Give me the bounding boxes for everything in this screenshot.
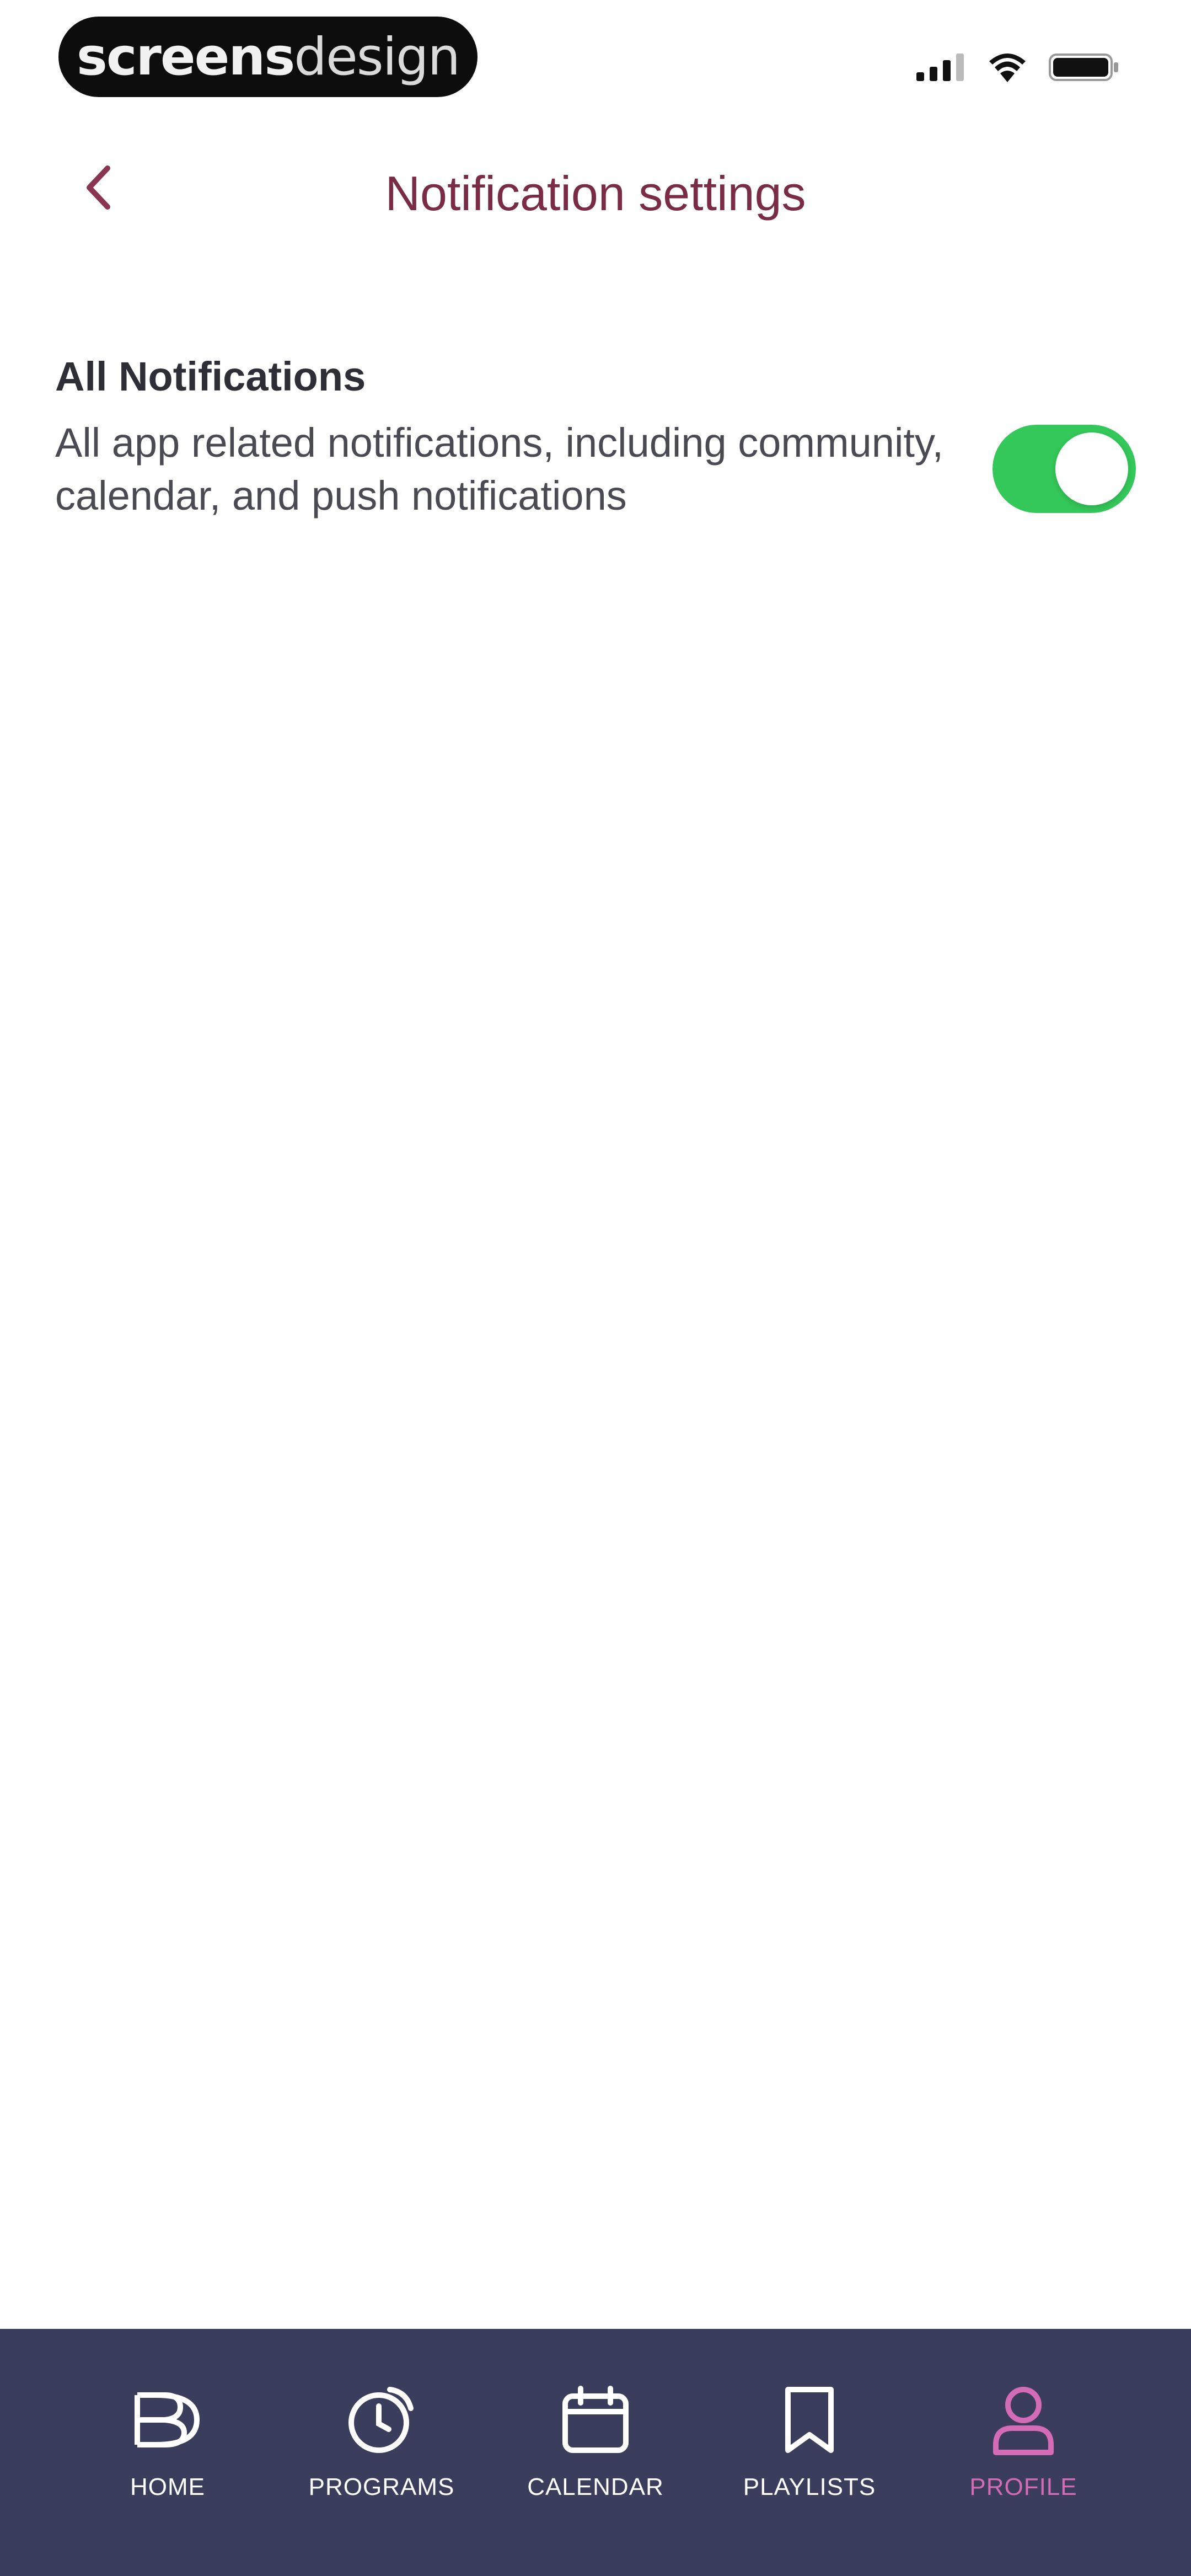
bottom-tab-bar: HOME PROGRAMS CALENDAR PLAYLISTS PROFILE (0, 2329, 1191, 2576)
tab-calendar[interactable]: CALENDAR (507, 2329, 684, 2576)
tab-profile-label: PROFILE (969, 2473, 1077, 2500)
tab-playlists[interactable]: PLAYLISTS (721, 2329, 898, 2576)
brand-logo: screens design (58, 17, 478, 97)
all-notifications-toggle[interactable] (993, 425, 1136, 513)
tab-programs-label: PROGRAMS (308, 2473, 455, 2500)
battery-icon (1049, 54, 1118, 81)
tab-playlists-label: PLAYLISTS (743, 2473, 876, 2500)
status-bar: screens design (0, 0, 1191, 116)
notification-settings-section: All Notifications All app related notifi… (55, 353, 1136, 522)
profile-icon (982, 2379, 1065, 2461)
page-title: Notification settings (385, 166, 806, 221)
home-logo-icon (126, 2379, 209, 2461)
brand-logo-bold: screens (76, 26, 295, 87)
tab-calendar-label: CALENDAR (527, 2473, 664, 2500)
all-notifications-description: All app related notifications, including… (55, 420, 944, 519)
wifi-icon (989, 54, 1026, 82)
toggle-knob (1055, 432, 1128, 505)
programs-icon (340, 2379, 423, 2461)
all-notifications-title: All Notifications (55, 354, 366, 399)
calendar-icon (554, 2379, 637, 2461)
tab-home-label: HOME (130, 2473, 205, 2500)
header: Notification settings (0, 127, 1191, 265)
tab-programs[interactable]: PROGRAMS (293, 2329, 470, 2576)
tab-profile[interactable]: PROFILE (935, 2329, 1112, 2576)
status-icons (916, 51, 1120, 84)
brand-logo-light: design (294, 26, 460, 87)
bookmark-icon (768, 2379, 851, 2461)
signal-icon (916, 54, 964, 81)
tab-home[interactable]: HOME (79, 2329, 256, 2576)
